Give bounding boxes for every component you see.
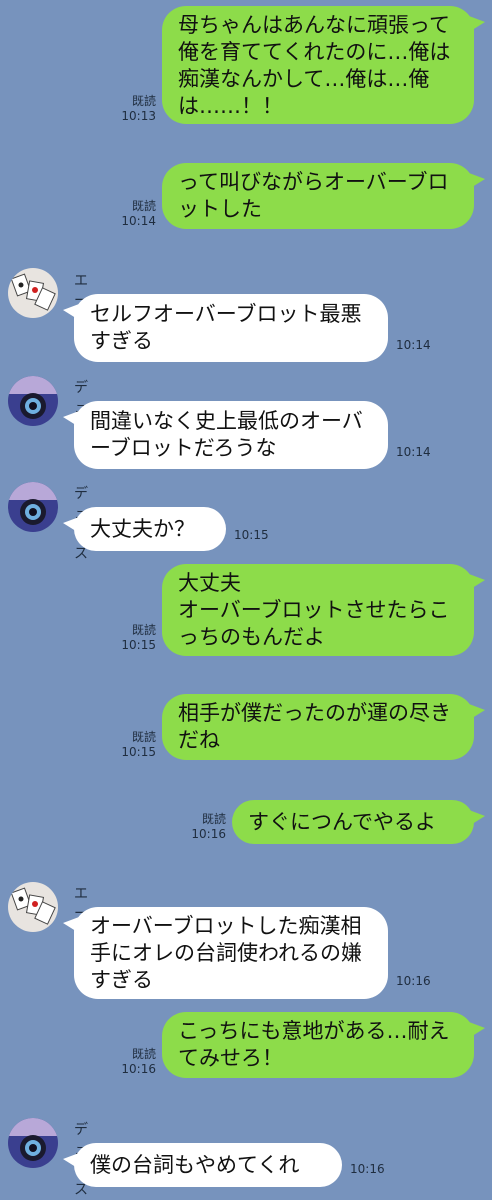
avatar[interactable] — [8, 482, 58, 532]
read-status: 既読 10:13 — [121, 94, 156, 123]
message-bubble[interactable]: 大丈夫 オーバーブロットさせたらこっちのもんだよ — [162, 564, 485, 656]
message-time: 10:16 — [191, 827, 226, 841]
message-bubble[interactable]: 相手が僕だったのが運の尽きだね — [162, 694, 485, 760]
read-status: 既読 10:15 — [121, 623, 156, 652]
message-bubble[interactable]: すぐにつんでやるよ — [232, 800, 485, 844]
duce-avatar-icon — [8, 482, 58, 532]
card-avatar-icon — [8, 268, 58, 318]
message-time: 10:15 — [121, 745, 156, 759]
message-time: 10:15 — [234, 528, 269, 542]
read-status: 既読 10:15 — [121, 730, 156, 759]
message-bubble[interactable]: って叫びながらオーバーブロットした — [162, 163, 485, 229]
read-status: 既読 10:16 — [121, 1047, 156, 1076]
message-time: 10:14 — [121, 214, 156, 228]
message-bubble[interactable]: 僕の台詞もやめてくれ — [63, 1143, 342, 1187]
avatar[interactable] — [8, 882, 58, 932]
message-time: 10:13 — [121, 109, 156, 123]
message-time: 10:14 — [396, 338, 431, 352]
message-bubble[interactable]: オーバーブロットした痴漢相手にオレの台詞使われるの嫌すぎる — [63, 907, 388, 999]
message-bubble[interactable]: こっちにも意地がある…耐えてみせろ！ — [162, 1012, 485, 1078]
avatar[interactable] — [8, 268, 58, 318]
read-status: 既読 10:16 — [191, 812, 226, 841]
message-bubble[interactable]: セルフオーバーブロット最悪すぎる — [63, 294, 388, 362]
duce-avatar-icon — [8, 1118, 58, 1168]
message-time: 10:15 — [121, 638, 156, 652]
avatar[interactable] — [8, 376, 58, 426]
message-time: 10:16 — [350, 1162, 385, 1176]
read-status: 既読 10:14 — [121, 199, 156, 228]
message-time: 10:14 — [396, 445, 431, 459]
message-time: 10:16 — [396, 974, 431, 988]
card-avatar-icon — [8, 882, 58, 932]
avatar[interactable] — [8, 1118, 58, 1168]
message-bubble[interactable]: 大丈夫か？ — [63, 507, 226, 551]
message-time: 10:16 — [121, 1062, 156, 1076]
message-bubble[interactable]: 母ちゃんはあんなに頑張って俺を育ててくれたのに…俺は痴漢なんかして…俺は…俺は…… — [162, 6, 485, 124]
message-bubble[interactable]: 間違いなく史上最低のオーバーブロットだろうな — [63, 401, 388, 469]
duce-avatar-icon — [8, 376, 58, 426]
